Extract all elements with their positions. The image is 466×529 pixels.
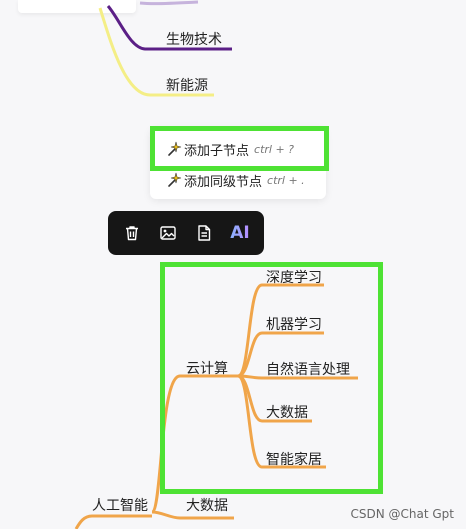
node-root-ai[interactable]: 人工智能 [92, 498, 148, 514]
node-new-energy[interactable]: 新能源 [166, 78, 208, 94]
document-icon [198, 225, 211, 241]
watermark: CSDN @Chat Gpt [350, 507, 454, 521]
menu-item-label: 添加同级节点 [184, 174, 263, 190]
ai-button[interactable]: AI [222, 215, 258, 251]
highlight-add-child [150, 126, 329, 171]
highlight-subtree [160, 262, 383, 494]
delete-button[interactable] [114, 215, 150, 251]
image-icon [160, 226, 176, 240]
node-root-sibling-big-data[interactable]: 大数据 [186, 498, 228, 514]
insert-note-button[interactable] [186, 215, 222, 251]
ai-label: AI [230, 223, 250, 243]
sparkle-icon [168, 172, 182, 187]
node-bio-tech[interactable]: 生物技术 [166, 32, 222, 48]
branch-line-lavender [139, 0, 199, 6]
insert-image-button[interactable] [150, 215, 186, 251]
node-toolbar: AI [108, 211, 264, 255]
trash-icon [126, 226, 138, 241]
menu-item-shortcut: ctrl + . [267, 173, 305, 187]
